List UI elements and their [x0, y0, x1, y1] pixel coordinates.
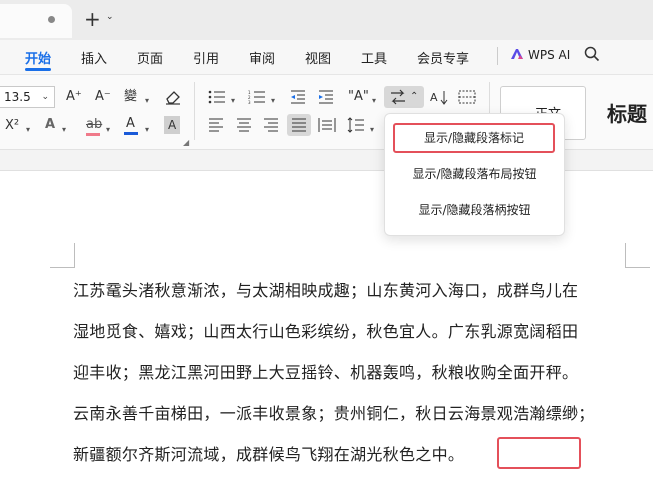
- tab-page[interactable]: 页面: [137, 48, 163, 67]
- wps-ai-logo-icon: [511, 49, 523, 59]
- justify-icon[interactable]: [291, 118, 307, 132]
- align-left-icon[interactable]: [208, 118, 224, 132]
- svg-text:A: A: [430, 91, 438, 104]
- paragraph-line: 江苏鼋头渚秋意渐浓，与太湖相映成趣；山东黄河入海口，成群鸟儿在: [73, 281, 579, 300]
- eraser-icon[interactable]: [164, 89, 182, 105]
- unsaved-dot-icon: [48, 16, 55, 23]
- active-tab-indicator: [25, 68, 51, 71]
- decrease-indent-icon[interactable]: [290, 89, 306, 105]
- document-tab[interactable]: [0, 4, 72, 38]
- new-tab-button[interactable]: +: [84, 8, 101, 30]
- sort-icon[interactable]: A: [430, 89, 448, 105]
- table-border-icon[interactable]: [458, 90, 476, 104]
- ribbon-divider: [194, 82, 195, 140]
- distributed-align-icon[interactable]: [318, 117, 336, 133]
- wps-ai-button[interactable]: WPS AI: [510, 48, 570, 62]
- tab-tools[interactable]: 工具: [361, 48, 387, 67]
- chevron-down-icon[interactable]: ▾: [145, 92, 149, 110]
- menu-item-toggle-handle-button[interactable]: 显示/隐藏段落柄按钮: [385, 195, 564, 225]
- paragraph-line: 云南永善千亩梯田，一派丰收景象；贵州铜仁，秋日云海景观浩瀚缥缈；: [73, 404, 595, 423]
- chevron-down-icon[interactable]: ▾: [62, 121, 66, 139]
- svg-text:3: 3: [248, 100, 251, 104]
- style-heading-card[interactable]: 标题: [607, 98, 647, 127]
- chevron-down-icon[interactable]: ▾: [370, 121, 374, 139]
- phonetic-guide-button[interactable]: 變: [124, 88, 137, 106]
- chevron-down-icon[interactable]: ⌄: [106, 12, 114, 22]
- chevron-down-icon[interactable]: ▾: [231, 92, 235, 110]
- menu-item-toggle-paragraph-mark[interactable]: 显示/隐藏段落标记: [393, 123, 555, 153]
- font-color-bar: [124, 132, 138, 135]
- superscript-button[interactable]: X²: [5, 117, 19, 135]
- chevron-down-icon[interactable]: ▾: [372, 92, 376, 110]
- text-effect-button[interactable]: A: [45, 116, 55, 134]
- align-center-icon[interactable]: [236, 118, 252, 132]
- char-shading-button[interactable]: A: [164, 116, 181, 134]
- chevron-up-icon[interactable]: ⌃: [410, 88, 418, 106]
- margin-corner-top-right: [625, 243, 650, 268]
- tab-review[interactable]: 审阅: [249, 48, 275, 67]
- menu-item-toggle-layout-button[interactable]: 显示/隐藏段落布局按钮: [385, 159, 564, 189]
- tab-member[interactable]: 会员专享: [417, 48, 469, 67]
- paragraph-mark-highlight: [497, 437, 581, 469]
- tab-home[interactable]: 开始: [25, 48, 51, 67]
- chevron-down-icon[interactable]: ▾: [271, 92, 275, 110]
- increase-indent-icon[interactable]: [318, 89, 334, 105]
- menu-divider: [497, 47, 498, 65]
- decrease-font-button[interactable]: A⁻: [95, 88, 111, 106]
- tab-references[interactable]: 引用: [193, 48, 219, 67]
- line-spacing-icon[interactable]: [347, 117, 365, 133]
- margin-corner-top-left: [50, 243, 75, 268]
- highlight-button[interactable]: ab: [86, 116, 102, 134]
- font-color-button[interactable]: A: [126, 115, 135, 133]
- wps-ai-label: WPS AI: [528, 48, 571, 62]
- align-right-icon[interactable]: [263, 118, 279, 132]
- increase-font-button[interactable]: A⁺: [66, 88, 82, 106]
- chevron-down-icon[interactable]: ▾: [145, 121, 149, 139]
- tab-view[interactable]: 视图: [305, 48, 331, 67]
- font-size-value: 13.5: [4, 90, 31, 104]
- search-icon[interactable]: [584, 46, 600, 62]
- bullet-list-icon[interactable]: [208, 90, 226, 104]
- paragraph-line: 湿地觅食、嬉戏；山西太行山色彩缤纷，秋色宜人。广东乳源宽阔稻田: [73, 322, 579, 341]
- paragraph-mark-icon[interactable]: [389, 89, 407, 105]
- font-dialog-launcher-icon[interactable]: ◢: [183, 138, 189, 147]
- chevron-down-icon[interactable]: ▾: [106, 121, 110, 139]
- tab-insert[interactable]: 插入: [81, 48, 107, 67]
- highlight-color-bar: [86, 133, 100, 136]
- numbered-list-icon[interactable]: 123: [248, 90, 266, 104]
- font-size-select[interactable]: 13.5 ⌄: [0, 86, 55, 108]
- change-case-icon[interactable]: "A": [348, 88, 369, 106]
- chevron-down-icon: ⌄: [41, 92, 49, 102]
- paragraph-line: 迎丰收；黑龙江黑河田野上大豆摇铃、机器轰鸣，秋粮收购全面开秤。: [73, 363, 579, 382]
- paragraph-mark-dropdown: 显示/隐藏段落标记 显示/隐藏段落布局按钮 显示/隐藏段落柄按钮: [384, 113, 565, 236]
- chevron-down-icon[interactable]: ▾: [26, 121, 30, 139]
- tab-strip: + ⌄: [0, 0, 653, 40]
